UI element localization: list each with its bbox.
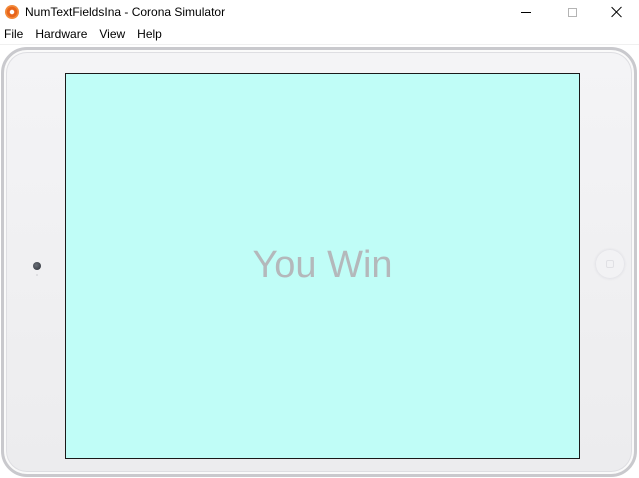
menu-bar: File Hardware View Help	[0, 24, 639, 44]
menu-file[interactable]: File	[0, 24, 30, 44]
home-button[interactable]	[595, 249, 625, 279]
close-button[interactable]	[594, 0, 639, 24]
corona-app-icon	[5, 5, 19, 19]
tablet-frame: You Win	[1, 47, 637, 477]
title-bar[interactable]: NumTextFieldsIna - Corona Simulator	[0, 0, 639, 24]
simulator-device-area: You Win	[0, 45, 639, 478]
minimize-icon	[521, 11, 531, 13]
maximize-icon	[567, 7, 577, 17]
front-camera-icon	[33, 262, 41, 270]
minimize-button[interactable]	[503, 0, 549, 24]
window-title: NumTextFieldsIna - Corona Simulator	[25, 5, 226, 19]
close-icon	[611, 6, 623, 18]
menu-help[interactable]: Help	[132, 24, 169, 44]
maximize-button[interactable]	[549, 0, 595, 24]
menu-view[interactable]: View	[94, 24, 132, 44]
you-win-text: You Win	[252, 243, 393, 286]
home-square-icon	[606, 260, 614, 268]
simulator-window: NumTextFieldsIna - Corona Simulator File…	[0, 0, 639, 478]
menu-hardware[interactable]: Hardware	[30, 24, 94, 44]
ambient-sensor	[36, 274, 38, 276]
device-screen[interactable]: You Win	[65, 73, 580, 459]
